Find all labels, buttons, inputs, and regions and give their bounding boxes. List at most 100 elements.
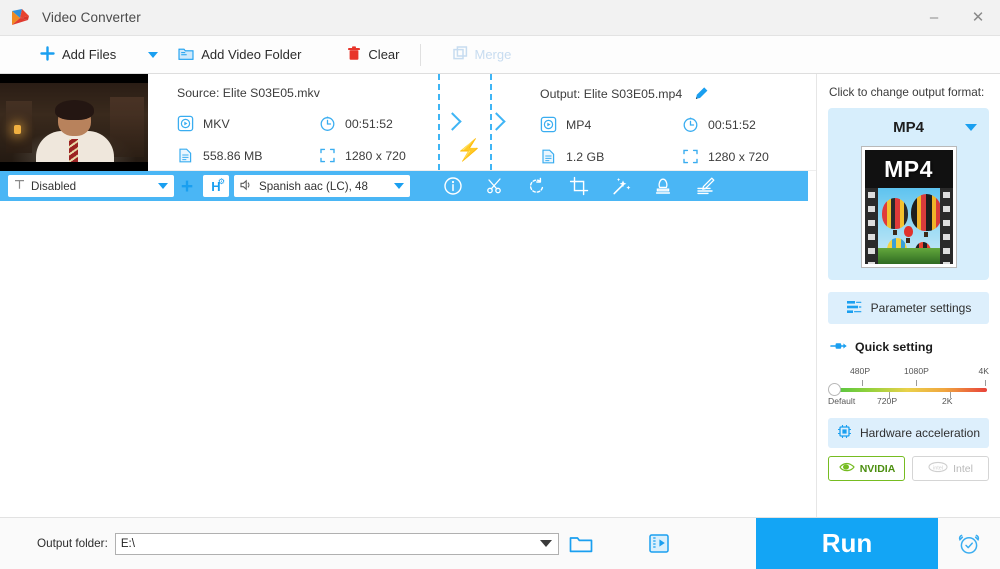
- run-button[interactable]: Run: [756, 517, 938, 569]
- source-info: Source: Elite S03E05.mkv MKV 00:51:52 55…: [148, 74, 430, 170]
- source-format: MKV: [177, 115, 319, 132]
- subtitle-icon: [14, 179, 25, 193]
- add-files-label: Add Files: [62, 47, 117, 62]
- crop-button[interactable]: [558, 171, 600, 201]
- watermark-button[interactable]: [642, 171, 684, 201]
- file-icon: [177, 147, 194, 164]
- source-duration-value: 00:51:52: [345, 116, 393, 131]
- clear-label: Clear: [368, 47, 400, 62]
- merge-icon: [452, 45, 468, 64]
- slider-track: [834, 388, 987, 392]
- format-thumbnail: MP4: [860, 146, 957, 268]
- hardware-codec-button[interactable]: H ⚙: [203, 175, 229, 197]
- output-filename-row: Output: Elite S03E05.mp4: [540, 86, 818, 101]
- slider-bottom-labels: Default 720P 2K: [828, 396, 989, 408]
- gpu-intel-label: Intel: [953, 462, 973, 475]
- subtitle-select[interactable]: Disabled: [8, 175, 174, 197]
- rotate-button[interactable]: [516, 171, 558, 201]
- slider-label-2k: 2K: [942, 396, 953, 406]
- source-size-value: 558.86 MB: [203, 148, 263, 163]
- output-duration-value: 00:51:52: [708, 117, 756, 132]
- resolution-icon: [319, 147, 336, 164]
- merge-button: Merge: [447, 36, 518, 74]
- add-video-folder-button[interactable]: Add Video Folder: [172, 36, 307, 74]
- plus-icon: [40, 45, 55, 64]
- parameter-settings-label: Parameter settings: [870, 301, 972, 315]
- quality-slider[interactable]: 480P 1080P 4K Default 720P 2K: [828, 366, 989, 408]
- file-list-area: [0, 203, 816, 517]
- slider-label-1080p: 1080P: [904, 366, 929, 376]
- output-format: MP4: [540, 116, 682, 133]
- folder-icon: [178, 46, 194, 64]
- slider-top-labels: 480P 1080P 4K: [828, 366, 989, 378]
- output-duration: 00:51:52: [682, 116, 756, 133]
- video-format-icon: [177, 115, 194, 132]
- app-logo-icon: [9, 7, 31, 29]
- speaker-icon: [240, 179, 253, 194]
- edit-pencil-icon[interactable]: [694, 86, 709, 101]
- clock-icon: [319, 115, 336, 132]
- merge-label: Merge: [474, 47, 512, 62]
- output-size: 1.2 GB: [540, 148, 682, 165]
- video-format-icon: [540, 116, 557, 133]
- main-toolbar: Add Files Add Video Folder Clear Merge: [0, 36, 1000, 74]
- close-button[interactable]: ✕: [956, 0, 1000, 36]
- intel-icon: intel: [928, 461, 948, 476]
- browse-folder-button[interactable]: [559, 534, 603, 554]
- cut-button[interactable]: [474, 171, 516, 201]
- chevron-down-icon: [394, 183, 404, 189]
- conversion-arrow: ⚡: [430, 74, 518, 170]
- source-resolution: 1280 x 720: [319, 147, 406, 164]
- output-folder-input[interactable]: E:\: [114, 532, 559, 555]
- video-thumbnail[interactable]: [0, 74, 148, 171]
- file-action-bar: Disabled + H ⚙ Spanish aac (LC), 48: [0, 171, 808, 201]
- output-size-value: 1.2 GB: [566, 149, 605, 164]
- video-converter-window: Video Converter – ✕ Add Files Add Video …: [0, 0, 1000, 569]
- title-bar: Video Converter – ✕: [0, 0, 1000, 36]
- slider-handle[interactable]: [828, 383, 841, 396]
- effects-button[interactable]: [600, 171, 642, 201]
- add-subtitle-button[interactable]: +: [174, 176, 200, 197]
- lightning-bolt-icon: ⚡: [456, 139, 483, 162]
- gpu-options: NVIDIA intel Intel: [828, 456, 989, 481]
- hardware-acceleration-label: Hardware acceleration: [859, 426, 981, 440]
- add-files-button[interactable]: Add Files: [34, 36, 122, 74]
- info-button[interactable]: [432, 171, 474, 201]
- quick-setting-label: Quick setting: [855, 340, 933, 354]
- toolbar-divider: [419, 43, 421, 66]
- parameter-settings-button[interactable]: Parameter settings: [828, 292, 989, 324]
- chevron-down-icon: [158, 183, 168, 189]
- gpu-intel-button[interactable]: intel Intel: [912, 456, 989, 481]
- format-thumbnail-label: MP4: [864, 150, 953, 188]
- gpu-nvidia-button[interactable]: NVIDIA: [828, 456, 905, 481]
- video-thumbnail-image: [0, 83, 148, 171]
- audio-track-select[interactable]: Spanish aac (LC), 48: [234, 175, 410, 197]
- schedule-button[interactable]: [938, 518, 1000, 569]
- format-selector-header: MP4: [838, 117, 979, 137]
- file-icon: [540, 148, 557, 165]
- clear-button[interactable]: Clear: [341, 36, 405, 74]
- clock-icon: [682, 116, 699, 133]
- window-controls: – ✕: [912, 0, 1000, 36]
- output-folder-value: E:\: [120, 537, 135, 550]
- quick-setting-row: Quick setting: [828, 340, 989, 354]
- audio-track-value: Spanish aac (LC), 48: [259, 179, 368, 193]
- resolution-icon: [682, 148, 699, 165]
- nvidia-icon: [838, 461, 855, 476]
- output-format-sidebar: Click to change output format: MP4 MP4 P…: [816, 74, 1000, 517]
- add-files-dropdown-icon[interactable]: [148, 51, 159, 58]
- gpu-nvidia-label: NVIDIA: [859, 462, 896, 475]
- chevron-down-icon[interactable]: [965, 123, 977, 131]
- minimize-button[interactable]: –: [912, 0, 956, 36]
- open-output-button[interactable]: [637, 533, 681, 554]
- subtitle-edit-button[interactable]: [684, 171, 726, 201]
- format-selector[interactable]: MP4 MP4: [828, 108, 989, 280]
- output-info: Output: Elite S03E05.mp4 MP4 00:51:52 1.…: [518, 74, 818, 170]
- source-size: 558.86 MB: [177, 147, 319, 164]
- source-filename: Source: Elite S03E05.mkv: [177, 86, 320, 100]
- source-resolution-value: 1280 x 720: [345, 148, 406, 163]
- chevron-down-icon[interactable]: [539, 540, 552, 547]
- hardware-acceleration-button[interactable]: Hardware acceleration: [828, 418, 989, 448]
- chip-icon: [837, 424, 852, 442]
- format-name: MP4: [893, 118, 924, 136]
